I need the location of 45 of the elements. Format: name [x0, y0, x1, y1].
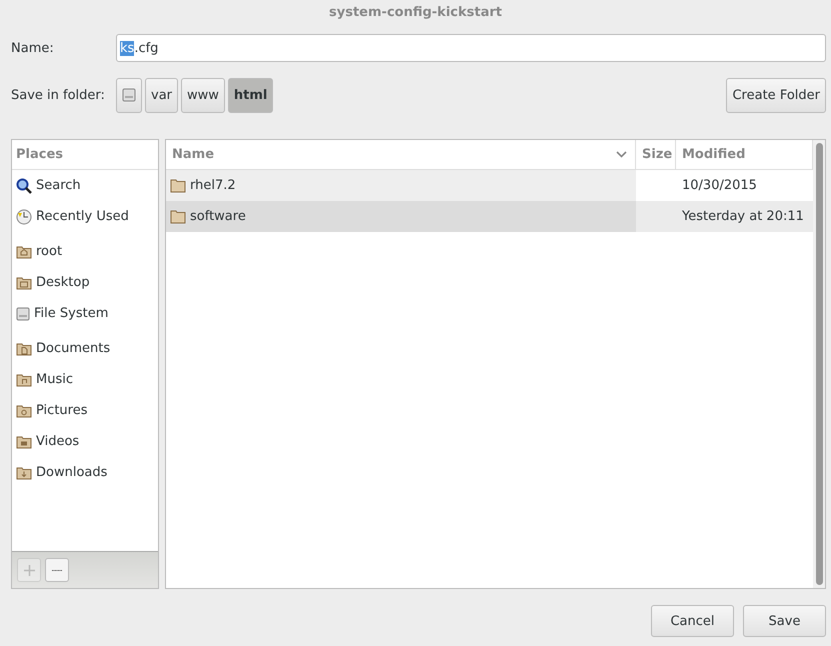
folder-icon	[16, 274, 32, 290]
sidebar-item[interactable]: Videos	[12, 426, 158, 457]
create-folder-button[interactable]: Create Folder	[726, 78, 826, 112]
folder-label: Save in folder:	[11, 88, 106, 102]
plus-icon	[24, 564, 34, 576]
minus-icon	[52, 568, 62, 572]
sidebar-item[interactable]: File System	[12, 298, 158, 329]
sidebar-item[interactable]: Music	[12, 364, 158, 395]
column-header[interactable]: Name	[166, 140, 636, 169]
folder-icon	[16, 464, 32, 480]
search-icon	[16, 178, 32, 194]
sidebar-item[interactable]: Downloads	[12, 457, 158, 488]
path-button[interactable]	[116, 78, 142, 112]
modified-cell: Yesterday at 20:11	[682, 209, 804, 224]
file-name[interactable]: software	[190, 209, 246, 224]
column-header[interactable]: Size	[636, 140, 676, 169]
folder-icon	[170, 209, 186, 224]
remove-button[interactable]	[45, 558, 69, 582]
folder-icon	[16, 244, 32, 260]
path-button[interactable]: www	[181, 78, 225, 112]
name-label: Name:	[11, 40, 55, 56]
dialog-button[interactable]: Cancel	[651, 605, 734, 637]
folder-icon	[170, 178, 186, 193]
folder-icon	[16, 372, 32, 388]
sidebar-item[interactable]: root	[12, 236, 158, 267]
sidebar-item[interactable]: Documents	[12, 333, 158, 364]
drive-icon	[16, 306, 30, 320]
name-field[interactable]: ks.cfg	[116, 34, 826, 62]
modified-cell: 10/30/2015	[682, 178, 757, 193]
column-header: Places	[12, 140, 158, 170]
drive-icon	[122, 88, 136, 102]
sidebar-item[interactable]: Recently Used	[12, 201, 158, 232]
sidebar-item[interactable]: Pictures	[12, 395, 158, 426]
dialog-button[interactable]: Save	[743, 605, 826, 637]
path-button[interactable]: var	[145, 78, 178, 112]
chevron-down-icon	[616, 151, 627, 158]
clock-icon	[16, 208, 32, 224]
sidebar-item[interactable]: Search	[12, 170, 158, 201]
window-title: system-config-kickstart	[328, 4, 503, 22]
sidebar-item[interactable]: Desktop	[12, 267, 158, 298]
path-button[interactable]: html	[228, 78, 274, 112]
folder-icon	[16, 340, 32, 356]
folder-icon	[16, 402, 32, 418]
folder-icon	[16, 434, 32, 450]
file-name[interactable]: rhel7.2	[190, 178, 236, 193]
